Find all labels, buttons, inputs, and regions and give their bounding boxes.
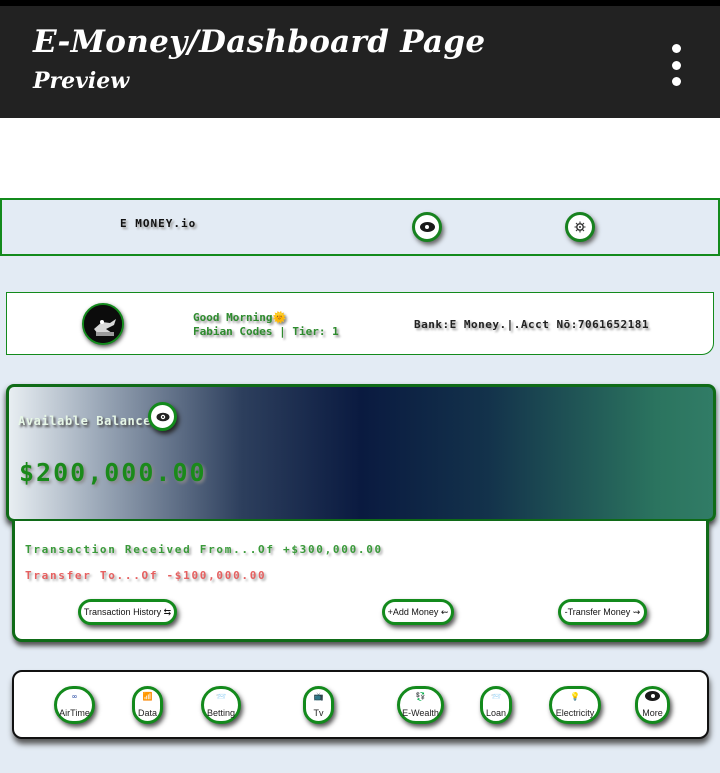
page-title: E-Money/Dashboard Page [33,24,486,60]
tv-icon: 📺 [313,692,324,701]
balance-card: Available Balance $200,000.00 [6,384,716,522]
service-airtime[interactable]: ∞ AirTime [54,686,95,724]
brand-logo: E MONEY.io [120,217,197,230]
currency-exchange-icon: 💱 [415,692,426,701]
service-label: Loan [485,708,507,718]
services-bar: ∞ AirTime 📶 Data 📨 Betting 📺 Tv 💱 E-Weal… [12,670,709,739]
app-bar: E-Money/Dashboard Page Preview [0,6,720,118]
more-icon [638,691,667,701]
service-label: More [642,708,663,718]
toggle-balance-visibility-button[interactable] [148,402,177,431]
lightbulb-icon: 💡 [570,692,580,701]
user-card: Good Morning🌞 Fabian Codes | Tier: 1 Ban… [6,292,714,355]
more-options-icon[interactable] [664,44,688,86]
transfer-transaction[interactable]: Transfer To...Of -$100,000.00 [25,569,266,582]
service-loan[interactable]: 📨 Loan [480,686,512,724]
blank-area [0,118,720,198]
service-label: Electricity [555,708,595,718]
transfer-money-button[interactable]: -Transfer Money ⇝ [558,599,647,625]
add-money-button[interactable]: +Add Money ⇜ [382,599,454,625]
service-tv[interactable]: 📺 Tv [303,686,334,724]
settings-button[interactable] [565,212,595,242]
signal-icon: 📶 [142,692,153,701]
greeting-text: Good Morning🌞 [193,311,287,324]
bank-account-info: Bank:E Money.|.Acct Nō:7061652181 [414,318,650,331]
infinity-icon: ∞ [72,692,77,701]
avatar[interactable] [82,303,124,345]
service-betting[interactable]: 📨 Betting [201,686,241,724]
gear-icon [574,221,586,233]
balance-amount: $200,000.00 [19,458,207,487]
service-label: Betting [206,708,236,718]
service-more[interactable]: More [635,686,670,724]
service-label: AirTime [59,708,90,718]
service-electricity[interactable]: 💡 Electricity [549,686,601,724]
avatar-icon [84,305,122,343]
service-label: E-Wealth [402,708,439,718]
eye-icon [156,412,169,421]
service-label: Data [137,708,157,718]
envelope-icon: 📨 [491,692,501,701]
transactions-panel: Transaction Received From...Of +$300,000… [12,521,709,642]
page-subtitle: Preview [33,68,130,94]
transaction-history-button[interactable]: Transaction History ⇆ [78,599,177,625]
eye-icon [419,222,435,232]
user-name-tier: Fabian Codes | Tier: 1 [193,325,339,338]
top-navbar: E MONEY.io [0,198,720,256]
received-transaction[interactable]: Transaction Received From...Of +$300,000… [25,543,383,556]
envelope-icon: 📨 [216,692,226,701]
balance-label: Available Balance [18,414,152,428]
theme-toggle-button[interactable] [412,212,442,242]
service-e-wealth[interactable]: 💱 E-Wealth [397,686,444,724]
service-label: Tv [313,708,324,718]
service-data[interactable]: 📶 Data [132,686,163,724]
